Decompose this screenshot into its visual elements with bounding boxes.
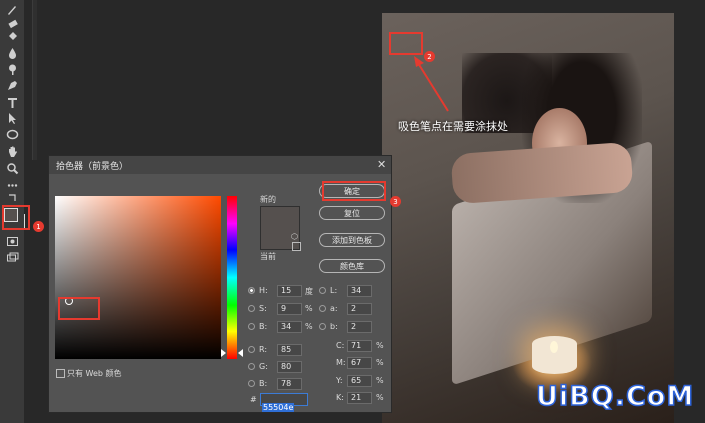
a-field[interactable]: 2 xyxy=(347,303,372,315)
screen-mode-icon[interactable] xyxy=(4,250,20,264)
s-label: S: xyxy=(259,304,267,313)
ellipse-icon[interactable] xyxy=(4,127,20,141)
blue-radio[interactable] xyxy=(248,380,255,387)
l-radio[interactable] xyxy=(319,287,326,294)
type-icon[interactable] xyxy=(4,95,20,109)
gamut-warning-cube-icon[interactable]: ⬡ xyxy=(291,232,298,241)
color-libraries-button[interactable]: 颜色库 xyxy=(319,259,385,273)
r-field[interactable]: 85 xyxy=(277,344,302,356)
a-radio[interactable] xyxy=(319,305,326,312)
b-label: B: xyxy=(259,322,268,331)
step-badge-1: 1 xyxy=(33,221,44,232)
blue-label: B: xyxy=(259,379,268,388)
hue-slider-handle-right[interactable] xyxy=(238,349,243,357)
blur-drop-icon[interactable] xyxy=(4,46,20,60)
annotation-arrow xyxy=(414,56,449,112)
step-badge-3: 3 xyxy=(390,196,401,207)
foreground-highlight-box xyxy=(2,205,30,230)
b-unit: % xyxy=(305,322,313,331)
dialog-title: 拾色器（前景色） xyxy=(56,162,129,172)
c-field[interactable]: 71 xyxy=(347,340,372,352)
add-to-swatches-button[interactable]: 添加到色板 xyxy=(319,233,385,247)
r-label: R: xyxy=(259,345,268,354)
g-radio[interactable] xyxy=(248,363,255,370)
swap-colors-icon[interactable] xyxy=(4,193,20,203)
b-radio[interactable] xyxy=(248,323,255,330)
dodge-icon[interactable] xyxy=(4,62,20,76)
c-label: C: xyxy=(336,341,345,350)
brush-icon[interactable] xyxy=(4,2,20,16)
lab-b-field[interactable]: 2 xyxy=(347,321,372,333)
path-select-icon[interactable] xyxy=(4,111,20,125)
a-label: a: xyxy=(330,304,338,313)
h-unit: 度 xyxy=(305,287,313,296)
h-radio[interactable] xyxy=(248,287,255,294)
photo-caption: 吸色笔点在需要涂抹处 xyxy=(398,120,508,133)
s-radio[interactable] xyxy=(248,305,255,312)
photo-flame xyxy=(550,341,558,353)
hex-value: 55504e xyxy=(262,403,295,412)
m-unit: % xyxy=(376,358,384,367)
quick-mask-icon[interactable] xyxy=(4,234,20,248)
hand-icon[interactable] xyxy=(4,144,20,158)
y-field[interactable]: 65 xyxy=(347,375,372,387)
g-field[interactable]: 80 xyxy=(277,361,302,373)
watermark-logo: UiBQ.CoM xyxy=(535,380,695,413)
saturation-brightness-field[interactable] xyxy=(55,196,221,359)
s-field[interactable]: 9 xyxy=(277,303,302,315)
sample-area-box xyxy=(389,32,423,55)
eraser-icon[interactable] xyxy=(4,16,20,30)
h-label: H: xyxy=(259,286,268,295)
m-field[interactable]: 67 xyxy=(347,357,372,369)
current-color-label: 当前 xyxy=(260,252,276,261)
c-unit: % xyxy=(376,341,384,350)
k-unit: % xyxy=(376,393,384,402)
lab-b-label: b: xyxy=(330,322,338,331)
l-field[interactable]: 34 xyxy=(347,285,372,297)
k-label: K: xyxy=(336,393,344,402)
s-unit: % xyxy=(305,304,313,313)
m-label: M: xyxy=(336,358,346,367)
r-radio[interactable] xyxy=(248,346,255,353)
hue-slider[interactable] xyxy=(227,196,237,359)
zoom-icon[interactable] xyxy=(4,161,20,175)
g-label: G: xyxy=(259,362,268,371)
blue-field[interactable]: 78 xyxy=(277,378,302,390)
lab-b-radio[interactable] xyxy=(319,323,326,330)
more-tools-icon[interactable] xyxy=(4,178,20,192)
h-field[interactable]: 15 xyxy=(277,285,302,297)
picker-highlight-box xyxy=(58,297,100,320)
y-label: Y: xyxy=(336,376,343,385)
y-unit: % xyxy=(376,376,384,385)
close-icon[interactable]: ✕ xyxy=(377,158,386,171)
web-only-label: 只有 Web 颜色 xyxy=(67,369,122,378)
k-field[interactable]: 21 xyxy=(347,392,372,404)
hex-label: # xyxy=(250,395,257,404)
web-safe-square-icon[interactable] xyxy=(292,242,301,251)
pen-icon[interactable] xyxy=(4,78,20,92)
step-badge-2: 2 xyxy=(424,51,435,62)
hex-field[interactable]: 55504e xyxy=(260,393,308,412)
b-field[interactable]: 34 xyxy=(277,321,302,333)
new-color-label: 新的 xyxy=(260,195,276,204)
panel-divider xyxy=(32,0,37,160)
reset-button[interactable]: 复位 xyxy=(319,206,385,220)
color-picker-dialog: 拾色器（前景色） ✕ 新的 当前 ⬡ 确定 复位 添加到色板 颜色库 H: 15… xyxy=(48,155,392,413)
web-only-checkbox[interactable] xyxy=(56,369,65,378)
ok-highlight-box xyxy=(322,181,386,201)
hue-slider-handle-left[interactable] xyxy=(221,349,226,357)
l-label: L: xyxy=(330,286,338,295)
dialog-titlebar[interactable]: 拾色器（前景色） ✕ xyxy=(49,156,391,174)
paint-bucket-icon[interactable] xyxy=(4,30,20,44)
